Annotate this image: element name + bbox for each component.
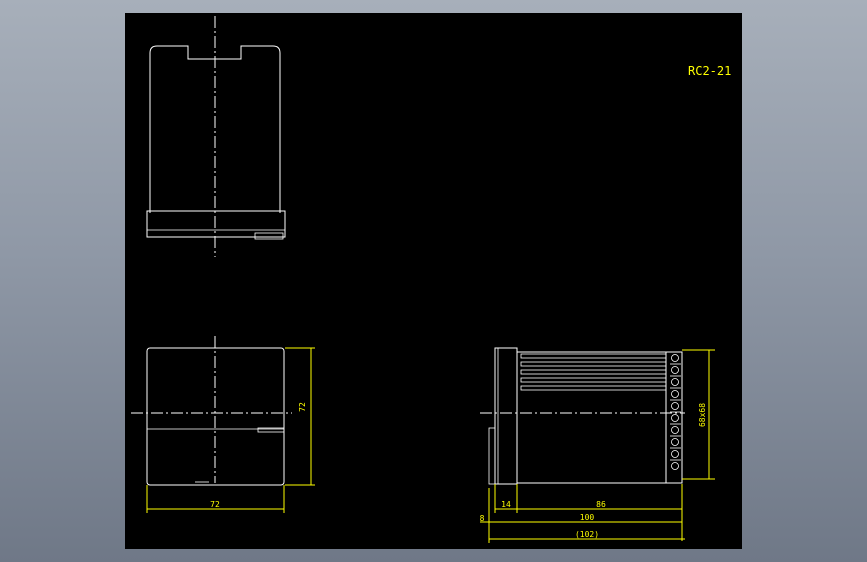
side-view-vent-slot: [520, 361, 667, 367]
side-view-vent-slot: [520, 385, 667, 391]
front-width-label: 72: [210, 500, 220, 509]
side-body-depth-label: 86: [596, 500, 606, 509]
side-height-label: 68x68: [698, 403, 707, 427]
terminal-screw: [671, 378, 679, 386]
terminal-screw: [671, 462, 679, 470]
side-front-depth-label: 14: [501, 500, 511, 509]
top-view: [146, 16, 286, 257]
part-number-label: RC2-21: [688, 64, 731, 78]
front-height-label: 72: [298, 402, 307, 412]
front-view: 72 72: [131, 336, 315, 513]
side-overall-small-label: 8: [480, 514, 485, 523]
technical-drawing: 72 72 68x68 14 86 8 100 (102) RC2-21: [131, 16, 731, 543]
terminal-screw: [671, 438, 679, 446]
top-view-latch: [254, 232, 284, 240]
side-view-vent-slot: [520, 353, 667, 359]
terminal-screw: [671, 366, 679, 374]
side-view-vent-slot: [520, 377, 667, 383]
terminal-screw: [671, 354, 679, 362]
terminal-screw: [671, 402, 679, 410]
side-view-body: [516, 351, 683, 484]
side-view-vent-slot: [520, 369, 667, 375]
terminal-screw: [671, 390, 679, 398]
drawing-canvas: 72 72 68x68 14 86 8 100 (102) RC2-21: [125, 13, 742, 549]
side-view-mount-clip: [488, 427, 496, 485]
side-overall-label: 100: [580, 513, 595, 522]
terminal-screw: [671, 450, 679, 458]
terminal-screw: [671, 426, 679, 434]
side-view-terminals: [670, 354, 681, 470]
side-view-terminal-block: [665, 351, 683, 484]
terminal-screw: [671, 414, 679, 422]
side-overall-paren-label: (102): [575, 530, 599, 539]
side-view: 68x68 14 86 8 100 (102): [480, 347, 715, 543]
